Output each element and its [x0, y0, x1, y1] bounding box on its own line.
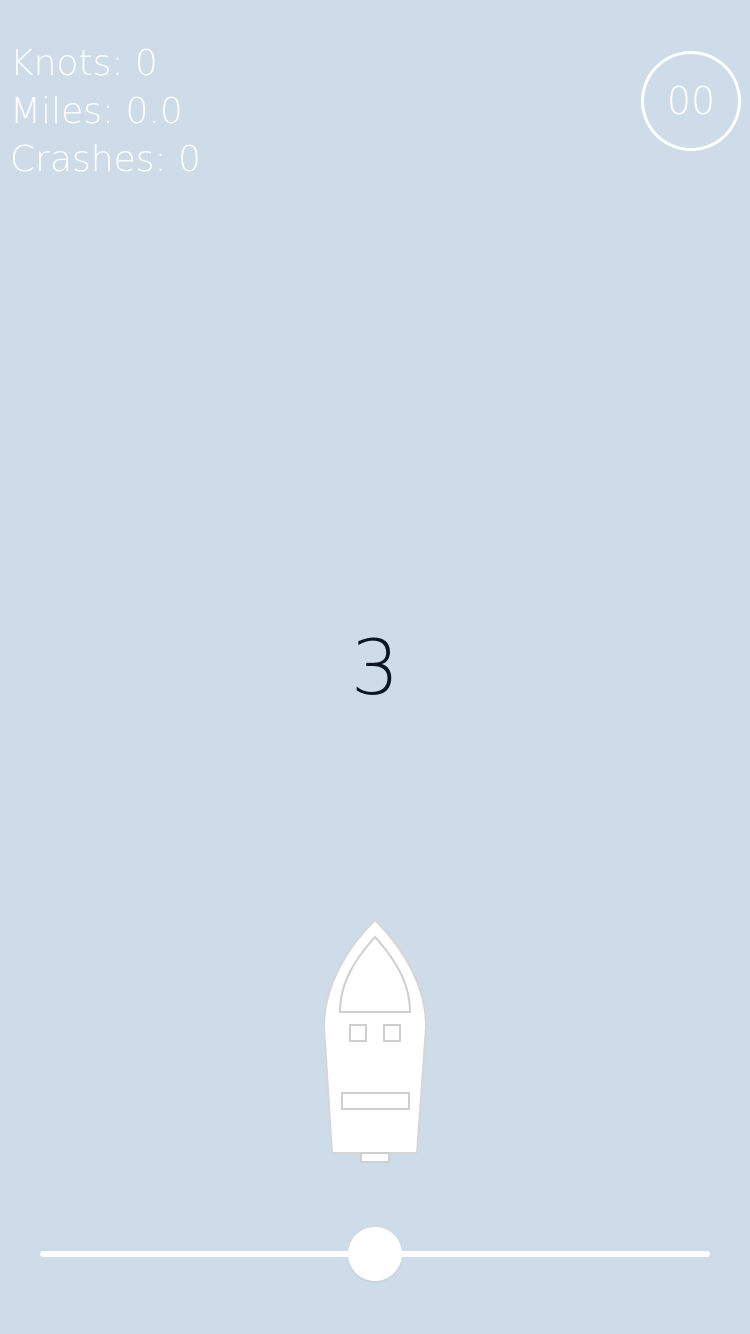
timer-badge: 00	[641, 51, 741, 151]
boat-seat-right	[383, 1024, 401, 1042]
timer-value: 00	[666, 79, 716, 123]
boat-icon	[322, 918, 428, 1163]
boat-bench	[341, 1092, 410, 1110]
stats-panel: Knots: 0 Miles: 0.0 Crashes: 0	[10, 40, 201, 184]
knots-readout: Knots: 0	[10, 43, 158, 84]
miles-readout: Miles: 0.0	[10, 91, 183, 132]
throttle-slider-thumb[interactable]	[348, 1227, 402, 1281]
crashes-readout: Crashes: 0	[10, 139, 201, 180]
boat-motor	[360, 1152, 390, 1163]
boat-seat-left	[349, 1024, 367, 1042]
countdown-number: 3	[350, 623, 400, 712]
